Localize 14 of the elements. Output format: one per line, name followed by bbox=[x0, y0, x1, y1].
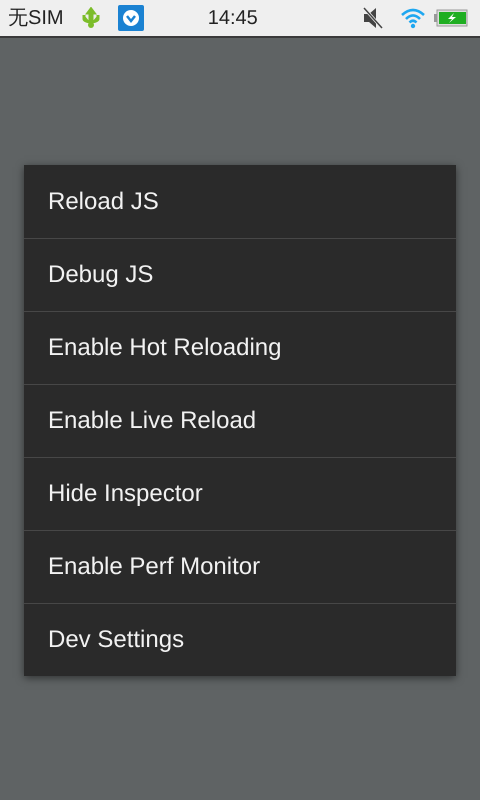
mute-icon bbox=[362, 6, 384, 30]
app-notification-icon bbox=[118, 5, 144, 31]
battery-charging-icon bbox=[434, 9, 468, 27]
menu-item[interactable]: Enable Perf Monitor bbox=[24, 530, 456, 603]
menu-item[interactable]: Enable Hot Reloading bbox=[24, 311, 456, 384]
usb-icon bbox=[80, 7, 102, 29]
menu-item[interactable]: Debug JS bbox=[24, 238, 456, 311]
menu-item[interactable]: Hide Inspector bbox=[24, 457, 456, 530]
menu-item[interactable]: Dev Settings bbox=[24, 603, 456, 676]
menu-item[interactable]: Reload JS bbox=[24, 165, 456, 238]
carrier-text: 无SIM bbox=[8, 6, 64, 31]
menu-item[interactable]: Enable Live Reload bbox=[24, 384, 456, 457]
wifi-icon bbox=[400, 7, 426, 29]
clock-text: 14:45 bbox=[208, 6, 259, 31]
